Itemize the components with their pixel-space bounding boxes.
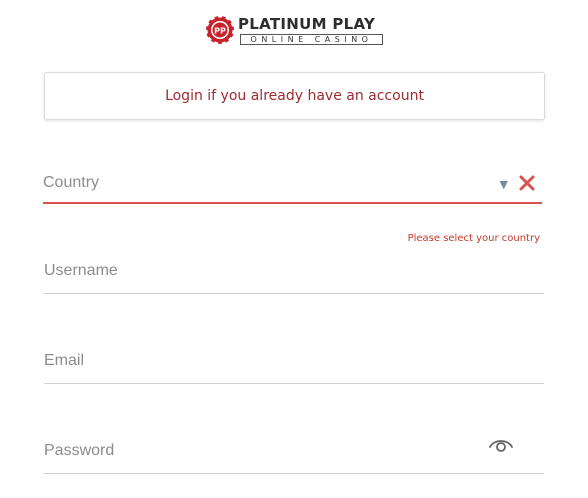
login-link-label: Login if you already have an account xyxy=(165,88,424,104)
brand-subtitle: ONLINE CASINO xyxy=(240,34,383,45)
brand-title: PLATINUM PLAY xyxy=(238,15,376,33)
chip-text: PP xyxy=(214,27,226,36)
eye-icon[interactable] xyxy=(488,436,514,454)
dropdown-triangle-icon[interactable]: ▼ xyxy=(500,178,508,191)
password-field[interactable] xyxy=(44,436,544,474)
email-field[interactable] xyxy=(44,346,544,384)
country-error-message: Please select your country xyxy=(407,233,540,244)
username-input[interactable] xyxy=(44,256,464,286)
close-x-icon[interactable] xyxy=(518,174,536,192)
brand-logo: PP PLATINUM PLAY ONLINE CASINO xyxy=(205,14,385,46)
username-field[interactable] xyxy=(44,256,544,294)
casino-chip-icon: PP xyxy=(205,15,235,45)
country-select[interactable]: ▼ xyxy=(43,168,542,204)
password-input[interactable] xyxy=(44,436,464,466)
country-input[interactable] xyxy=(43,168,463,198)
login-link-button[interactable]: Login if you already have an account xyxy=(44,72,545,120)
email-input[interactable] xyxy=(44,346,464,376)
